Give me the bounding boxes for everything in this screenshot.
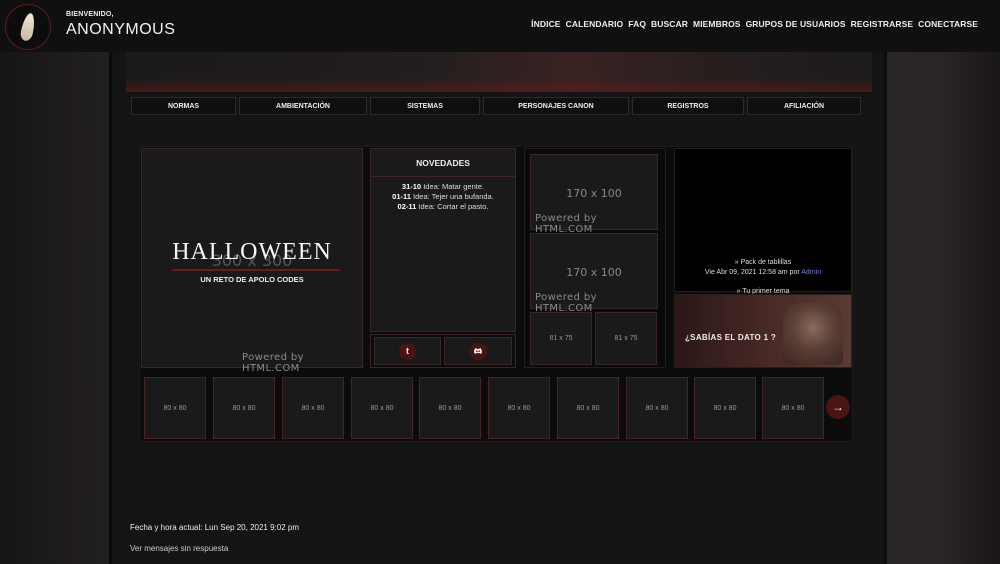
topic-author-link[interactable]: Admin [801, 269, 821, 276]
thumbs-row: 80 x 80 80 x 80 80 x 80 80 x 80 80 x 80 … [141, 373, 852, 441]
menu-personajes-canon[interactable]: PERSONAJES CANON [483, 97, 629, 115]
social-bar: t [370, 334, 516, 368]
topic-title-1[interactable]: » Pack de tablillas [675, 259, 851, 266]
banner-powered: Powered by HTML.COM [242, 352, 304, 374]
nav-conectarse[interactable]: CONECTARSE [918, 19, 978, 29]
current-datetime: Fecha y hora actual: Lun Sep 20, 2021 9:… [130, 523, 300, 532]
latest-topics-panel: » Pack de tablillas Vie Abr 09, 2021 12:… [674, 148, 852, 295]
novedades-panel: NOVEDADES 31-10 Idea: Matar gente. 01-11… [370, 148, 516, 332]
novedades-list: 31-10 Idea: Matar gente. 01-11 Idea: Tej… [371, 182, 515, 212]
nav-registrarse[interactable]: REGISTRARSE [851, 19, 914, 29]
topic-meta-1: Vie Abr 09, 2021 12:58 am por Admin [704, 269, 822, 276]
thumb-9[interactable]: 80 x 80 [694, 377, 756, 439]
left-background [0, 0, 112, 564]
ad-large-2[interactable]: 170 x 100 Powered by HTML.COM [530, 233, 658, 314]
header-image [126, 52, 872, 92]
discord-icon [469, 342, 487, 360]
username: ANONYMOUS [66, 21, 176, 38]
list-item: 01-11 Idea: Tejer una bufanda. [392, 192, 494, 201]
nav-faq[interactable]: FAQ [628, 19, 646, 29]
list-item: 31-10 Idea: Matar gente. [401, 182, 485, 191]
novedades-title: NOVEDADES [371, 149, 515, 177]
nav-miembros[interactable]: MIEMBROS [693, 19, 741, 29]
thumb-7[interactable]: 80 x 80 [557, 377, 619, 439]
menu-registros[interactable]: REGISTROS [632, 97, 744, 115]
menu-afiliacion[interactable]: AFILIACIÓN [747, 97, 861, 115]
ad-small-1-size: 81 x 75 [549, 335, 573, 342]
leatherface-image [783, 303, 843, 365]
nav-buscar[interactable]: BUSCAR [651, 19, 688, 29]
top-nav-links: ÍNDICE CALENDARIO FAQ BUSCAR MIEMBROS GR… [531, 19, 978, 29]
thumb-3[interactable]: 80 x 80 [282, 377, 344, 439]
avatar[interactable] [5, 4, 51, 50]
halloween-banner[interactable]: 300 x 300 HALLOWEEN UN RETO DE APOLO COD… [141, 148, 363, 374]
feather-icon [19, 12, 37, 42]
thumb-6[interactable]: 80 x 80 [488, 377, 550, 439]
top-navbar: BIENVENIDO, ANONYMOUS ÍNDICE CALENDARIO … [0, 0, 1000, 52]
right-background [884, 0, 1000, 564]
thumb-10[interactable]: 80 x 80 [762, 377, 824, 439]
menu-ambientacion[interactable]: AMBIENTACIÓN [239, 97, 367, 115]
ad-small-2-size: 81 x 75 [614, 335, 638, 342]
nav-calendario[interactable]: CALENDARIO [566, 19, 624, 29]
menu-sistemas[interactable]: SISTEMAS [370, 97, 480, 115]
ad-large-2-size: 170 x 100 [566, 266, 622, 279]
thumb-8[interactable]: 80 x 80 [626, 377, 688, 439]
ad-large-1-size: 170 x 100 [566, 187, 622, 200]
main-content: NORMAS AMBIENTACIÓN SISTEMAS PERSONAJES … [112, 52, 884, 564]
nav-grupos[interactable]: GRUPOS DE USUARIOS [746, 19, 846, 29]
list-item: 02-11 Idea: Cortar el pasto. [397, 202, 489, 211]
thumb-2[interactable]: 80 x 80 [213, 377, 275, 439]
arrow-right-icon: → [832, 400, 844, 414]
discord-button[interactable] [444, 337, 512, 365]
thumb-4[interactable]: 80 x 80 [351, 377, 413, 439]
banner-title: HALLOWEEN [172, 239, 332, 265]
ad-large-1[interactable]: 170 x 100 Powered by HTML.COM [530, 154, 658, 235]
ad-small-2[interactable]: 81 x 75 [595, 312, 657, 365]
tumblr-icon: t [399, 342, 416, 360]
ads-panel: 170 x 100 Powered by HTML.COM 170 x 100 … [524, 148, 666, 368]
widget-grid: 300 x 300 HALLOWEEN UN RETO DE APOLO COD… [139, 146, 853, 442]
banner-underline [172, 269, 340, 271]
unanswered-posts-link[interactable]: Ver mensajes sin respuesta [130, 544, 228, 553]
dato-text: ¿SABÍAS EL DATO 1 ? [685, 333, 777, 342]
nav-indice[interactable]: ÍNDICE [531, 19, 560, 29]
tumblr-button[interactable]: t [374, 337, 441, 365]
banner-subtitle: UN RETO DE APOLO CODES [200, 275, 304, 284]
ad-large-1-powered: Powered by HTML.COM [535, 213, 597, 235]
welcome-label: BIENVENIDO, [66, 11, 114, 18]
thumb-5[interactable]: 80 x 80 [419, 377, 481, 439]
forum-menu: NORMAS AMBIENTACIÓN SISTEMAS PERSONAJES … [131, 97, 865, 115]
ad-large-2-powered: Powered by HTML.COM [535, 292, 597, 314]
thumb-1[interactable]: 80 x 80 [144, 377, 206, 439]
dato-panel[interactable]: ¿SABÍAS EL DATO 1 ? [674, 294, 852, 368]
next-arrow-button[interactable]: → [826, 395, 850, 419]
menu-normas[interactable]: NORMAS [131, 97, 236, 115]
ad-small-1[interactable]: 81 x 75 [530, 312, 592, 365]
